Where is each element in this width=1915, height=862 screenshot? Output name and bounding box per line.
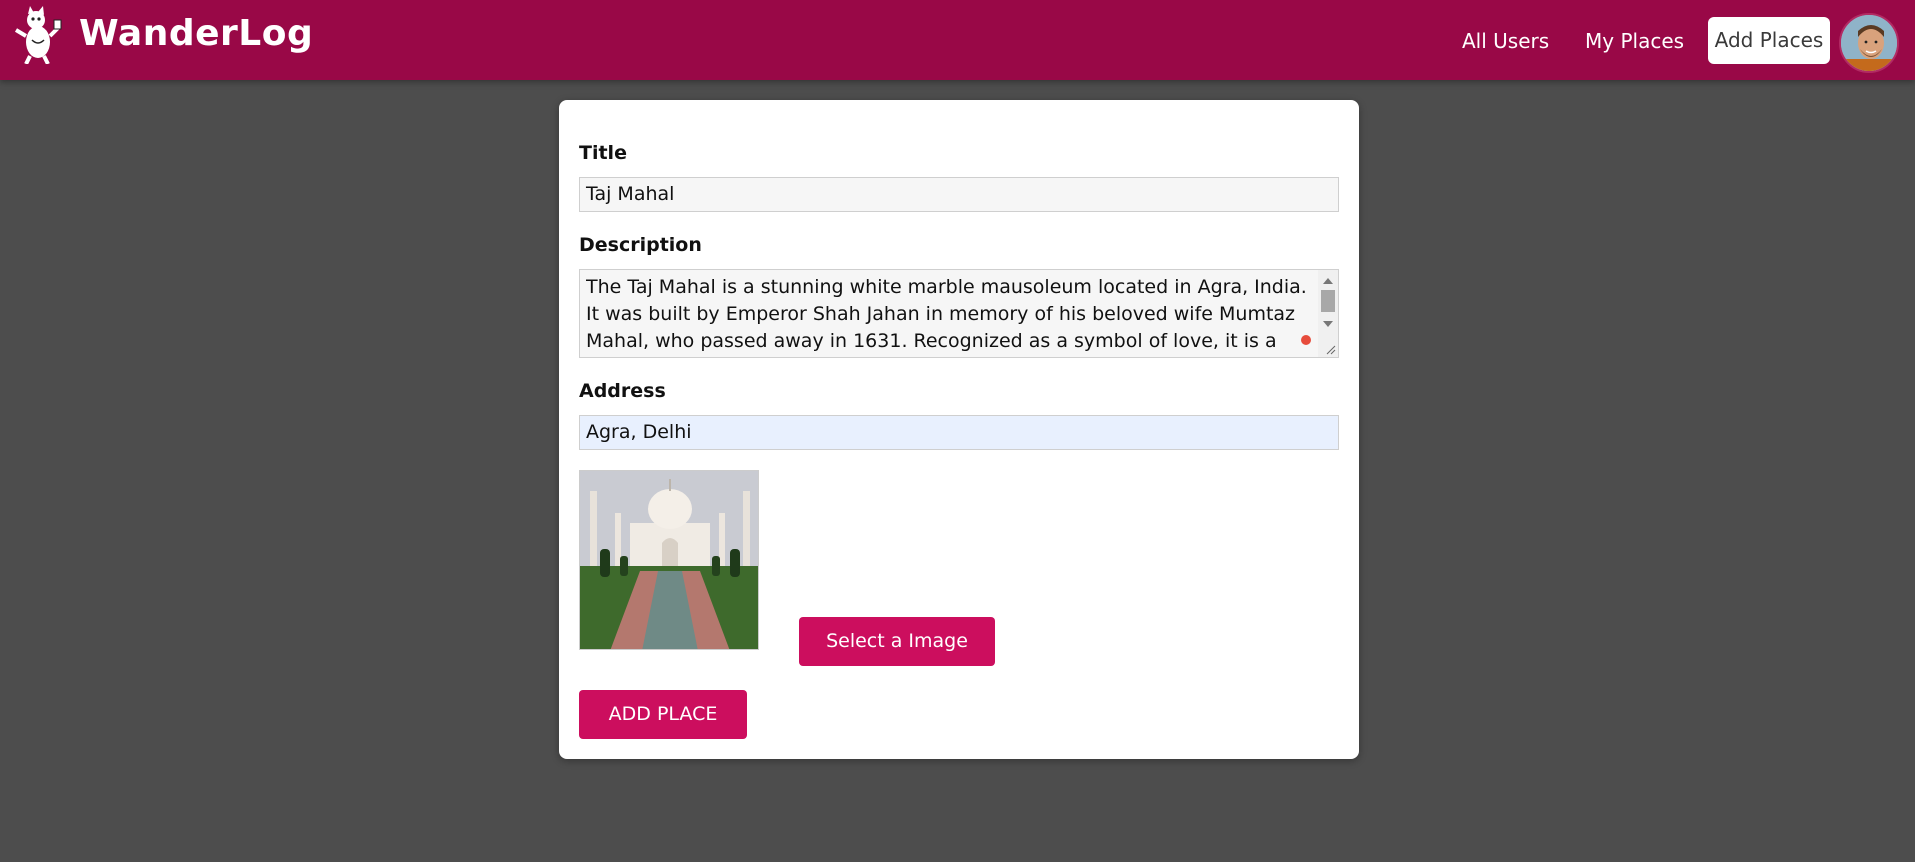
address-label: Address bbox=[579, 380, 666, 402]
nav-add-places[interactable]: Add Places bbox=[1708, 17, 1830, 64]
address-input[interactable]: Agra, Delhi bbox=[579, 415, 1339, 450]
description-label: Description bbox=[579, 234, 702, 256]
add-place-button[interactable]: ADD PLACE bbox=[579, 690, 747, 739]
select-image-button[interactable]: Select a Image bbox=[799, 617, 995, 666]
add-place-form: Title Taj Mahal Description The Taj Maha… bbox=[559, 100, 1359, 759]
spellcheck-indicator-icon bbox=[1301, 335, 1311, 345]
scroll-up-icon[interactable] bbox=[1323, 278, 1333, 284]
description-textarea[interactable]: The Taj Mahal is a stunning white marble… bbox=[579, 269, 1339, 358]
image-preview bbox=[579, 470, 759, 650]
brand-title[interactable]: WanderLog bbox=[79, 13, 313, 54]
resize-grip-icon[interactable] bbox=[1326, 345, 1336, 355]
scroll-down-icon[interactable] bbox=[1323, 321, 1333, 327]
top-navbar: WanderLog All Users My Places Add Places bbox=[0, 0, 1915, 80]
nav-all-users[interactable]: All Users bbox=[1462, 22, 1549, 60]
title-input[interactable]: Taj Mahal bbox=[579, 177, 1339, 212]
description-text: The Taj Mahal is a stunning white marble… bbox=[586, 276, 1307, 352]
scroll-thumb[interactable] bbox=[1321, 290, 1335, 312]
cat-mascot-icon[interactable] bbox=[14, 6, 62, 64]
user-avatar-image bbox=[1841, 15, 1897, 71]
nav-my-places[interactable]: My Places bbox=[1585, 22, 1684, 60]
title-label: Title bbox=[579, 142, 627, 164]
taj-mahal-image bbox=[580, 471, 758, 649]
user-avatar[interactable] bbox=[1839, 13, 1899, 73]
textarea-scrollbar[interactable] bbox=[1318, 270, 1338, 357]
